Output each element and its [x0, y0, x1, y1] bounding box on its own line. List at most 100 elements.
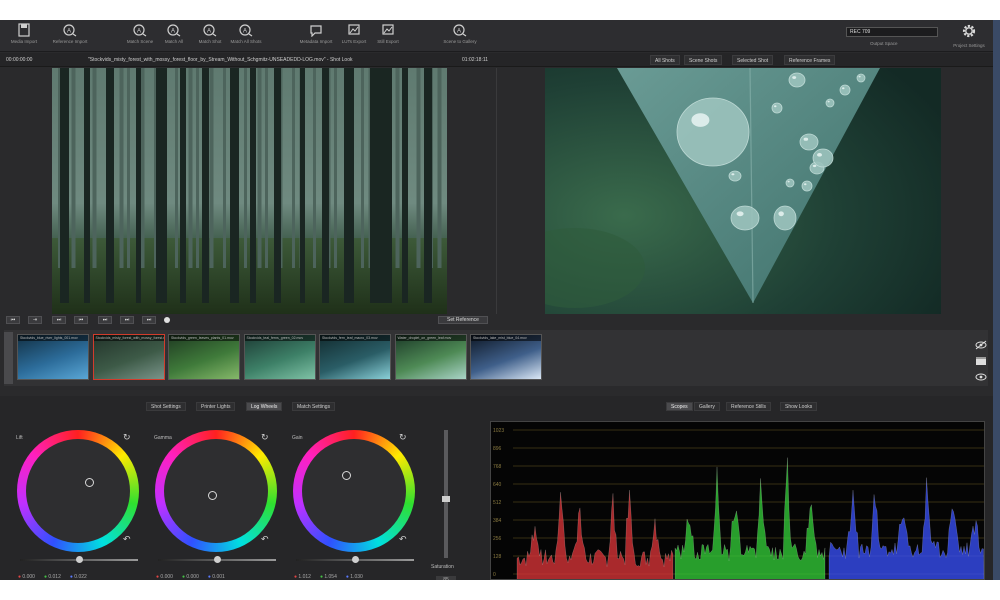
grading-tab[interactable]: Printer Lights	[196, 402, 236, 411]
undo-wheel-icon[interactable]: ↶	[261, 534, 269, 545]
scope-tab[interactable]: Scopes	[666, 402, 693, 411]
color-wheel[interactable]	[155, 430, 277, 552]
channel-value[interactable]: 0.000	[22, 574, 35, 580]
tool-6[interactable]: A Match All Shots	[222, 23, 270, 51]
clapperboard-icon[interactable]	[975, 356, 987, 366]
wheel-label: Gamma	[154, 435, 172, 441]
undo-wheel-icon[interactable]: ↶	[123, 534, 131, 545]
reset-wheel-icon[interactable]: ↻	[399, 432, 407, 443]
channel-value[interactable]: 0.022	[74, 574, 87, 580]
eye-hide-icon[interactable]	[975, 340, 987, 350]
project-settings-button[interactable]: Project Settings	[948, 23, 990, 48]
transport-button[interactable]: ⏮	[74, 316, 88, 324]
shot-filter-tab[interactable]: All Shots	[650, 55, 680, 65]
forest-frame-image	[52, 68, 447, 314]
reference-viewer[interactable]	[545, 68, 941, 314]
scope-scale-label: 384	[493, 518, 502, 524]
color-wheel-puck[interactable]	[85, 478, 94, 487]
channel-value[interactable]: 0.012	[48, 574, 61, 580]
clip-thumbnail-label: Stockvids_teal_ferns_green_02.mov	[244, 335, 315, 341]
channel-value[interactable]: 0.001	[212, 574, 225, 580]
color-wheel-puck[interactable]	[208, 491, 217, 500]
channel-value[interactable]: 1.030	[350, 574, 363, 580]
transport-button[interactable]: ⏮	[6, 316, 20, 324]
master-slider[interactable]	[296, 556, 414, 563]
scope-scale-label: 128	[493, 554, 502, 560]
scope-scale-label: 1023	[493, 428, 504, 434]
tool-9[interactable]: Still Export	[364, 23, 412, 51]
saturation-slider-knob[interactable]	[442, 496, 450, 502]
master-slider[interactable]	[158, 556, 276, 563]
transport-button[interactable]: ⏭	[120, 316, 134, 324]
grading-tab[interactable]: Shot Settings	[146, 402, 186, 411]
clip-thumbnail[interactable]: Stockvids_fern_leaf_macro_03.mov	[319, 334, 391, 380]
shot-filter-tab[interactable]: Scene Shots	[684, 55, 723, 65]
transport-button[interactable]: ⏭	[52, 316, 66, 324]
channel-value[interactable]: 1.012	[298, 574, 311, 580]
grading-panel: Shot Settings Printer Lights Log Wheels Mat…	[0, 396, 993, 580]
shot-filter-tab[interactable]: Reference Frames	[784, 55, 836, 65]
clip-thumbnail[interactable]: Stockvids_teal_ferns_green_02.mov	[243, 334, 316, 380]
gear-icon	[962, 24, 976, 38]
clip-filename: "Stockvids_misty_forest_with_mossy_fores…	[88, 57, 353, 63]
tool-1[interactable]: Media Import	[0, 23, 48, 51]
source-viewer[interactable]	[52, 68, 447, 314]
channel-value[interactable]: 1.054	[324, 574, 337, 580]
grading-tab[interactable]: Match Settings	[292, 402, 336, 411]
clip-thumbnail[interactable]: Water_droplet_on_green_leaf.mov	[394, 334, 467, 380]
color-wheel[interactable]	[17, 430, 139, 552]
tool-2[interactable]: A Reference Import	[46, 23, 94, 51]
shot-filter-tab[interactable]: Selected Shot	[732, 55, 774, 65]
blue-channel-trace	[829, 477, 984, 579]
wheel-label: Lift	[16, 435, 23, 441]
master-slider-knob[interactable]	[352, 556, 359, 563]
reset-wheel-icon[interactable]: ↻	[123, 432, 131, 443]
svg-text:A: A	[207, 29, 211, 35]
saturation-slider[interactable]	[444, 430, 448, 558]
wheel-values: ● 1.012 ● 1.054 ● 1.030	[294, 574, 372, 580]
clip-thumbnail[interactable]: Stockvids_misty_forest_with_mossy_forest…	[92, 334, 165, 380]
transport-button[interactable]: ⏭	[98, 316, 112, 324]
wheel-label: Gain	[292, 435, 303, 441]
tool-10[interactable]: A Scene to Gallery	[436, 23, 484, 51]
channel-value[interactable]: 0.000	[186, 574, 199, 580]
filmstrip-handle[interactable]	[4, 332, 13, 384]
saturation-value[interactable]: 85	[436, 576, 456, 580]
eye-icon[interactable]	[975, 372, 987, 382]
waveform-graph: 1023 896 768 640 512 384 256 128 0	[493, 428, 984, 579]
window-edge	[993, 20, 1000, 580]
clip-thumbnail[interactable]: Stockvids_green_leaves_plants_01.mov	[168, 334, 240, 380]
clip-thumbnail-label: Stockvids_green_leaves_plants_01.mov	[169, 335, 239, 341]
scope-tab[interactable]: Show Looks	[780, 402, 818, 411]
color-wheel[interactable]	[293, 430, 415, 552]
save-icon	[18, 23, 30, 37]
channel-value[interactable]: 0.000	[160, 574, 173, 580]
playhead[interactable]	[164, 317, 170, 323]
reset-wheel-icon[interactable]: ↻	[261, 432, 269, 443]
master-slider-knob[interactable]	[214, 556, 221, 563]
color-wheel-center	[164, 439, 268, 543]
clip-thumbnail[interactable]: Stockvids_blue_river_lights_001.mov	[17, 334, 89, 380]
scope-tab[interactable]: Reference Stills	[726, 402, 772, 411]
clip-thumbnail-label: Stockvids_misty_forest_with_mossy_forest…	[93, 335, 164, 341]
clip-thumbnail-label: Water_droplet_on_green_leaf.mov	[395, 335, 466, 341]
info-bar: 00:00:00:00 "Stockvids_misty_forest_with…	[0, 53, 993, 67]
transport-button[interactable]: ⏭	[142, 316, 156, 324]
color-space-select[interactable]: REC 709	[846, 27, 938, 37]
tool-label: Match All Shots	[230, 39, 262, 44]
svg-text:A: A	[137, 29, 141, 35]
app-window: Media Import A Reference Import A Match Scen…	[0, 20, 993, 580]
color-wheel-puck[interactable]	[342, 471, 351, 480]
transport-button[interactable]: ⇥	[28, 316, 42, 324]
lut-export-icon	[348, 24, 360, 35]
filmstrip: Stockvids_blue_river_lights_001.mov Stock…	[4, 330, 988, 386]
undo-wheel-icon[interactable]: ↶	[399, 534, 407, 545]
viewer-divider	[496, 68, 497, 314]
scope-tab[interactable]: Gallery	[694, 402, 720, 411]
saturation-label: Saturation	[431, 564, 454, 570]
set-reference-button[interactable]: Set Reference	[438, 316, 488, 324]
master-slider-knob[interactable]	[76, 556, 83, 563]
grading-tab[interactable]: Log Wheels	[246, 402, 283, 411]
master-slider[interactable]	[20, 556, 138, 563]
clip-thumbnail[interactable]: Stockvids_lake_mist_blue_04.mov	[470, 334, 542, 380]
